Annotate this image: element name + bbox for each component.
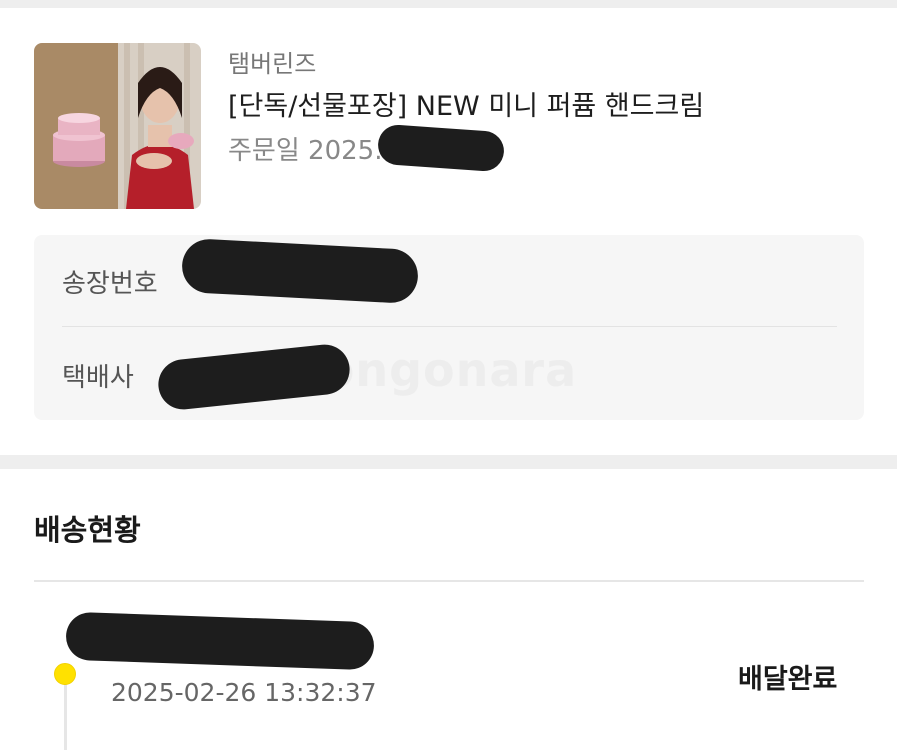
invoice-number-label: 송장번호 bbox=[62, 269, 158, 299]
tracking-event-status: 배달완료 bbox=[738, 664, 838, 695]
brand-name: 탬버린즈 bbox=[228, 50, 317, 78]
courier-label: 택배사 bbox=[62, 363, 134, 393]
product-thumbnail[interactable] bbox=[34, 43, 201, 209]
product-name[interactable]: [단독/선물포장] NEW 미니 퍼퓸 핸드크림 bbox=[228, 84, 704, 123]
timeline-line bbox=[64, 674, 67, 750]
redaction-tracking-location bbox=[65, 611, 375, 671]
tracking-section-title: 배송현황 bbox=[34, 513, 141, 547]
section-gap bbox=[0, 455, 897, 469]
info-divider bbox=[62, 326, 837, 327]
shipping-info-box: Joongonara 송장번호 택배사 bbox=[34, 235, 864, 420]
top-section-gap bbox=[0, 0, 897, 8]
timeline-dot-icon bbox=[54, 663, 76, 685]
redaction-order-date bbox=[376, 123, 506, 173]
order-date: 주문일 2025. bbox=[228, 136, 383, 166]
tracking-event-time: 2025-02-26 13:32:37 bbox=[111, 678, 377, 707]
product-photo-icon bbox=[34, 43, 201, 209]
tracking-divider bbox=[34, 580, 864, 582]
